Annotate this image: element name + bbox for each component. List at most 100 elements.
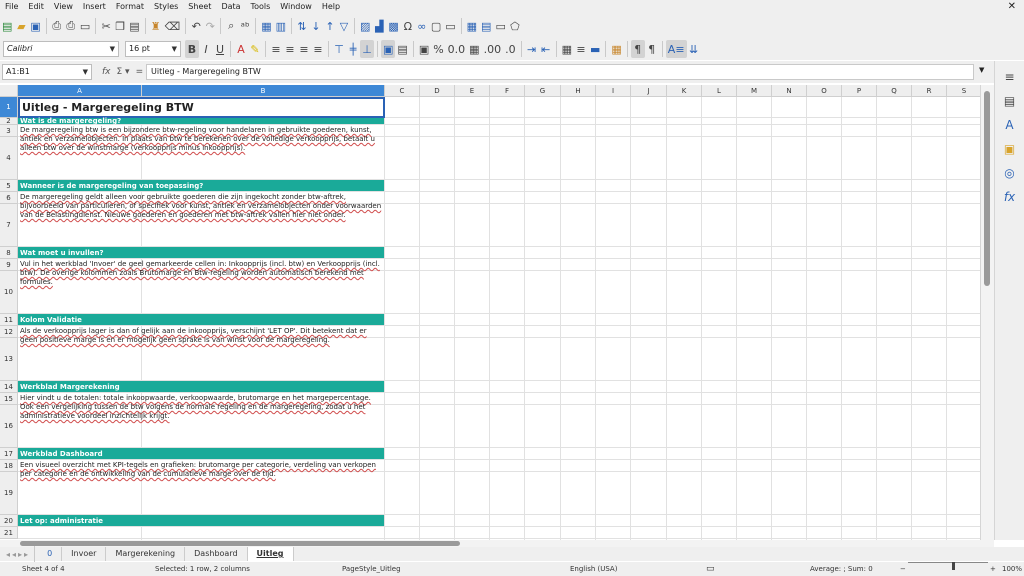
hyperlink-icon[interactable]: ∞	[415, 17, 429, 35]
row-header[interactable]: 12	[0, 326, 18, 338]
row-header[interactable]: 5	[0, 180, 18, 192]
menu-window[interactable]: Window	[275, 0, 317, 14]
highlight-color-icon[interactable]: ✎	[248, 40, 262, 58]
horizontal-scrollbar[interactable]	[0, 540, 994, 547]
copy-icon[interactable]: ❐	[113, 17, 127, 35]
section-heading[interactable]: Let op: administratie	[18, 515, 384, 526]
menu-sheet[interactable]: Sheet	[183, 0, 216, 14]
comment-icon[interactable]: ▢	[429, 17, 443, 35]
open-icon[interactable]: ▰	[14, 17, 28, 35]
menu-edit[interactable]: Edit	[23, 0, 49, 14]
styles-icon[interactable]: A	[1003, 116, 1017, 134]
row-header[interactable]: 14	[0, 381, 18, 393]
function-wizard-icon[interactable]: fx	[102, 67, 111, 77]
find-replace-icon[interactable]: ⌕	[224, 17, 238, 35]
right-to-left-icon[interactable]: ¶	[645, 40, 659, 58]
column-icon[interactable]: ▥	[274, 17, 288, 35]
page-style[interactable]: PageStyle_Uitleg	[342, 562, 401, 576]
tab-counter[interactable]: 0	[38, 547, 63, 561]
pivot-table-icon[interactable]: ▩	[386, 17, 400, 35]
menu-tools[interactable]: Tools	[246, 0, 276, 14]
column-header[interactable]: A	[18, 85, 142, 97]
sheet-title-cell[interactable]: Uitleg - Margeregeling BTW	[18, 97, 385, 118]
section-body-cell[interactable]: Hier vindt u de totalen: totale inkoopwa…	[18, 393, 384, 420]
row-header[interactable]: 17	[0, 448, 18, 460]
left-to-right-icon[interactable]: ¶	[630, 40, 645, 58]
column-header[interactable]: E	[455, 85, 490, 97]
row-header[interactable]: 11	[0, 314, 18, 326]
close-document-icon[interactable]: ✕	[1008, 0, 1016, 14]
horizontal-scroll-thumb[interactable]	[20, 541, 460, 546]
menu-view[interactable]: View	[49, 0, 78, 14]
tab-uitleg[interactable]: Uitleg	[247, 547, 294, 561]
font-size-box[interactable]: 16 pt ▼	[125, 41, 181, 57]
number-format-icon[interactable]: 0.0	[446, 40, 468, 58]
add-decimal-icon[interactable]: .00	[482, 40, 504, 58]
menu-format[interactable]: Format	[111, 0, 149, 14]
paste-icon[interactable]: ▤	[127, 17, 141, 35]
date-format-icon[interactable]: ▦	[467, 40, 481, 58]
row-header[interactable]: 8	[0, 247, 18, 259]
menu-styles[interactable]: Styles	[149, 0, 183, 14]
tab-invoer[interactable]: Invoer	[62, 547, 107, 561]
section-heading[interactable]: Werkblad Dashboard	[18, 448, 384, 459]
spreadsheet-grid[interactable]: ABCDEFGHIJKLMNOPQRS 1 2 3 4 5 6 7 8 9 10 11 12 13 14 1…	[0, 85, 980, 540]
tab-dashboard[interactable]: Dashboard	[185, 547, 248, 561]
row-header[interactable]: 6	[0, 192, 18, 204]
column-header[interactable]: I	[596, 85, 631, 97]
insert-chart-icon[interactable]: ▟	[372, 17, 386, 35]
align-right-icon[interactable]: ≡	[297, 40, 311, 58]
split-window-icon[interactable]: ▭	[493, 17, 507, 35]
column-header[interactable]: R	[912, 85, 947, 97]
tab-margerekening[interactable]: Margerekening	[106, 547, 186, 561]
align-bottom-icon[interactable]: ⊥	[360, 40, 374, 58]
properties-icon[interactable]: ▤	[1002, 92, 1017, 110]
zoom-slider-knob[interactable]	[952, 562, 955, 570]
column-header[interactable]: C	[385, 85, 420, 97]
row-header[interactable]: 15	[0, 393, 18, 405]
define-print-area-icon[interactable]: ▦	[465, 17, 479, 35]
percent-icon[interactable]: %	[431, 40, 445, 58]
special-character-icon[interactable]: Ω	[401, 17, 415, 35]
sort-ascending-icon[interactable]: ↓	[309, 17, 323, 35]
align-left-icon[interactable]: ≡	[269, 40, 283, 58]
section-heading[interactable]: Wanneer is de margeregeling van toepassi…	[18, 180, 384, 191]
section-body-cell[interactable]: Vul in het werkblad 'Invoer' de geel gem…	[18, 259, 384, 286]
row-header[interactable]: 7	[0, 204, 18, 247]
column-header[interactable]: O	[807, 85, 842, 97]
column-header[interactable]: P	[842, 85, 877, 97]
section-heading[interactable]: Kolom Validatie	[18, 314, 384, 325]
expand-formula-bar-icon[interactable]: ▼	[979, 66, 984, 74]
text-direction-vertical-icon[interactable]: ⇊	[687, 40, 701, 58]
cut-icon[interactable]: ✂	[99, 17, 113, 35]
section-body-cell[interactable]: De margeregeling btw is een bijzondere b…	[18, 125, 384, 152]
sort-icon[interactable]: ⇅	[295, 17, 309, 35]
print-icon[interactable]: ⎙	[64, 17, 78, 35]
menu-file[interactable]: File	[0, 0, 23, 14]
row-header[interactable]: 16	[0, 405, 18, 448]
column-header[interactable]: K	[667, 85, 702, 97]
formula-icon[interactable]: =	[136, 67, 144, 77]
section-heading[interactable]: Werkblad Margerekening	[18, 381, 384, 392]
sum-icon[interactable]: Σ ▾	[117, 67, 130, 77]
column-header[interactable]: S	[947, 85, 980, 97]
conditional-format-icon[interactable]: ▦	[609, 40, 623, 58]
column-header[interactable]: Q	[877, 85, 912, 97]
show-draw-functions-icon[interactable]: ⬠	[508, 17, 522, 35]
menu-help[interactable]: Help	[317, 0, 345, 14]
spelling-icon[interactable]: ᵃᵇ	[238, 17, 252, 35]
row-header[interactable]: 13	[0, 338, 18, 381]
center-vertically-icon[interactable]: ╪	[346, 40, 360, 58]
headers-footers-icon[interactable]: ▭	[443, 17, 457, 35]
column-header[interactable]: J	[631, 85, 667, 97]
section-heading[interactable]: Wat moet u invullen?	[18, 247, 384, 258]
tab-navigation-icon[interactable]: ◂◂▸▸	[6, 550, 30, 559]
align-center-icon[interactable]: ≡	[283, 40, 297, 58]
column-header[interactable]: G	[525, 85, 561, 97]
justify-icon[interactable]: ≡	[311, 40, 325, 58]
section-body-cell[interactable]: Als de verkoopprijs lager is dan of geli…	[18, 326, 384, 344]
export-pdf-icon[interactable]: ⎙	[50, 17, 64, 35]
row-icon[interactable]: ▦	[259, 17, 273, 35]
merge-center-icon[interactable]: ▤	[395, 40, 409, 58]
column-header[interactable]: M	[737, 85, 772, 97]
